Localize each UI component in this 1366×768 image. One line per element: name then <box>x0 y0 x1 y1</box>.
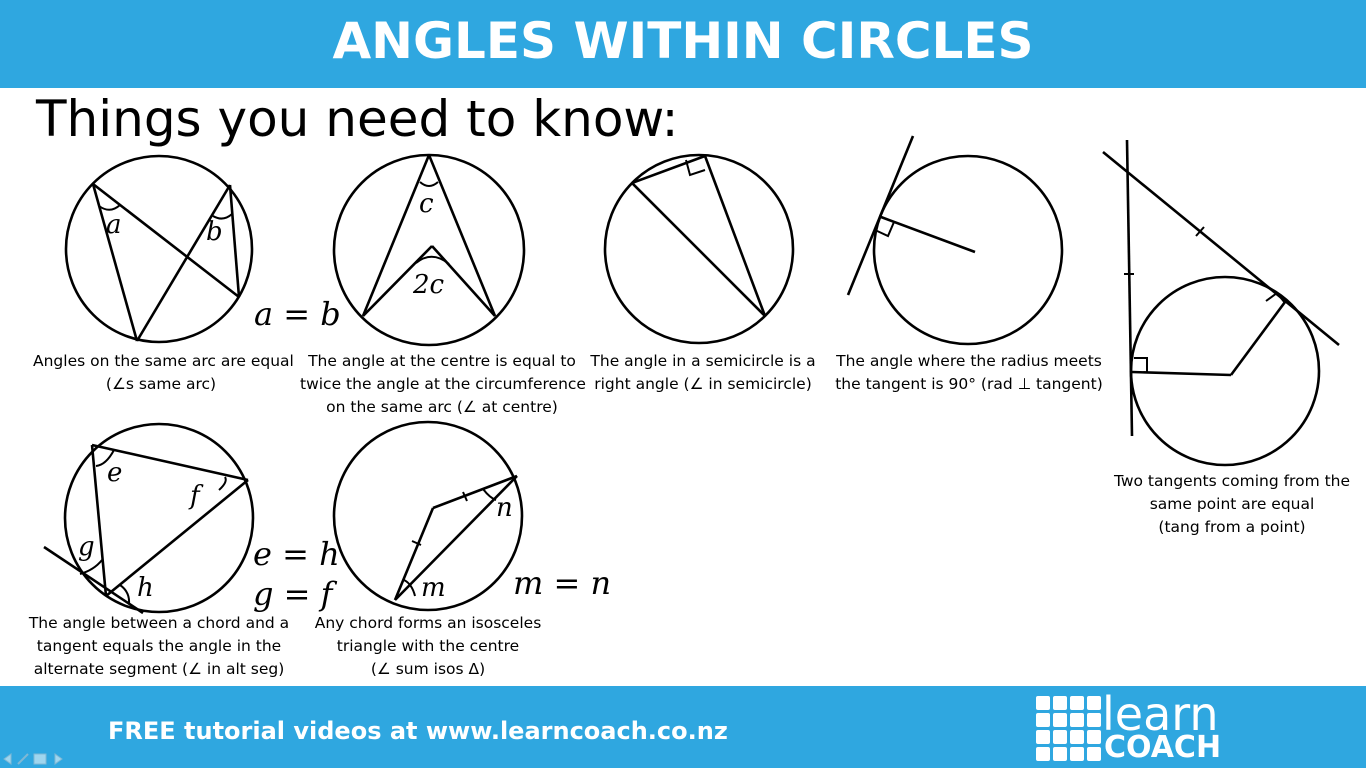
label-b: b <box>206 217 223 247</box>
diagram-centre <box>332 153 526 347</box>
label-g: g <box>78 532 95 562</box>
caption-semicircle: The angle in a semicircle is a right ang… <box>590 352 816 393</box>
label-h: h <box>137 573 154 603</box>
equation-e-eq-h: e = h <box>253 535 340 573</box>
caption-isosceles: Any chord forms an isosceles triangle wi… <box>314 614 542 678</box>
prev-arrow-icon[interactable] <box>3 753 12 765</box>
diagram-semicircle <box>603 153 795 345</box>
diagram-same-arc <box>64 154 254 344</box>
caption-tangent-radius: The angle where the radius meets the tan… <box>835 352 1103 393</box>
equation-a-eq-b: a = b <box>254 295 341 333</box>
menu-icon[interactable] <box>33 753 47 765</box>
caption-two-tangents: Two tangents coming from the same point … <box>1113 472 1351 536</box>
equation-g-eq-f: g = f <box>253 575 338 613</box>
label-a: a <box>106 210 122 240</box>
label-n: n <box>496 493 513 523</box>
logo-text-coach: COACH <box>1104 730 1222 765</box>
label-f: f <box>188 481 204 511</box>
label-c: c <box>419 189 434 219</box>
caption-centre: The angle at the centre is equal to twic… <box>300 352 586 416</box>
label-2c: 2c <box>412 270 445 300</box>
caption-alt-segment: The angle between a chord and a tangent … <box>28 614 290 678</box>
label-m: m <box>421 573 446 603</box>
caption-same-arc: Angles on the same arc are equal (∠s sam… <box>33 352 294 393</box>
equation-m-eq-n: m = n <box>513 564 611 602</box>
pen-icon[interactable] <box>17 753 29 765</box>
slide-controls[interactable] <box>2 752 68 766</box>
diagram-tangent-radius <box>846 135 1064 346</box>
diagram-two-tangents <box>1102 139 1340 467</box>
label-e: e <box>107 458 122 488</box>
next-arrow-icon[interactable] <box>54 753 63 765</box>
footer-link-text: FREE tutorial videos at www.learncoach.c… <box>108 717 728 745</box>
